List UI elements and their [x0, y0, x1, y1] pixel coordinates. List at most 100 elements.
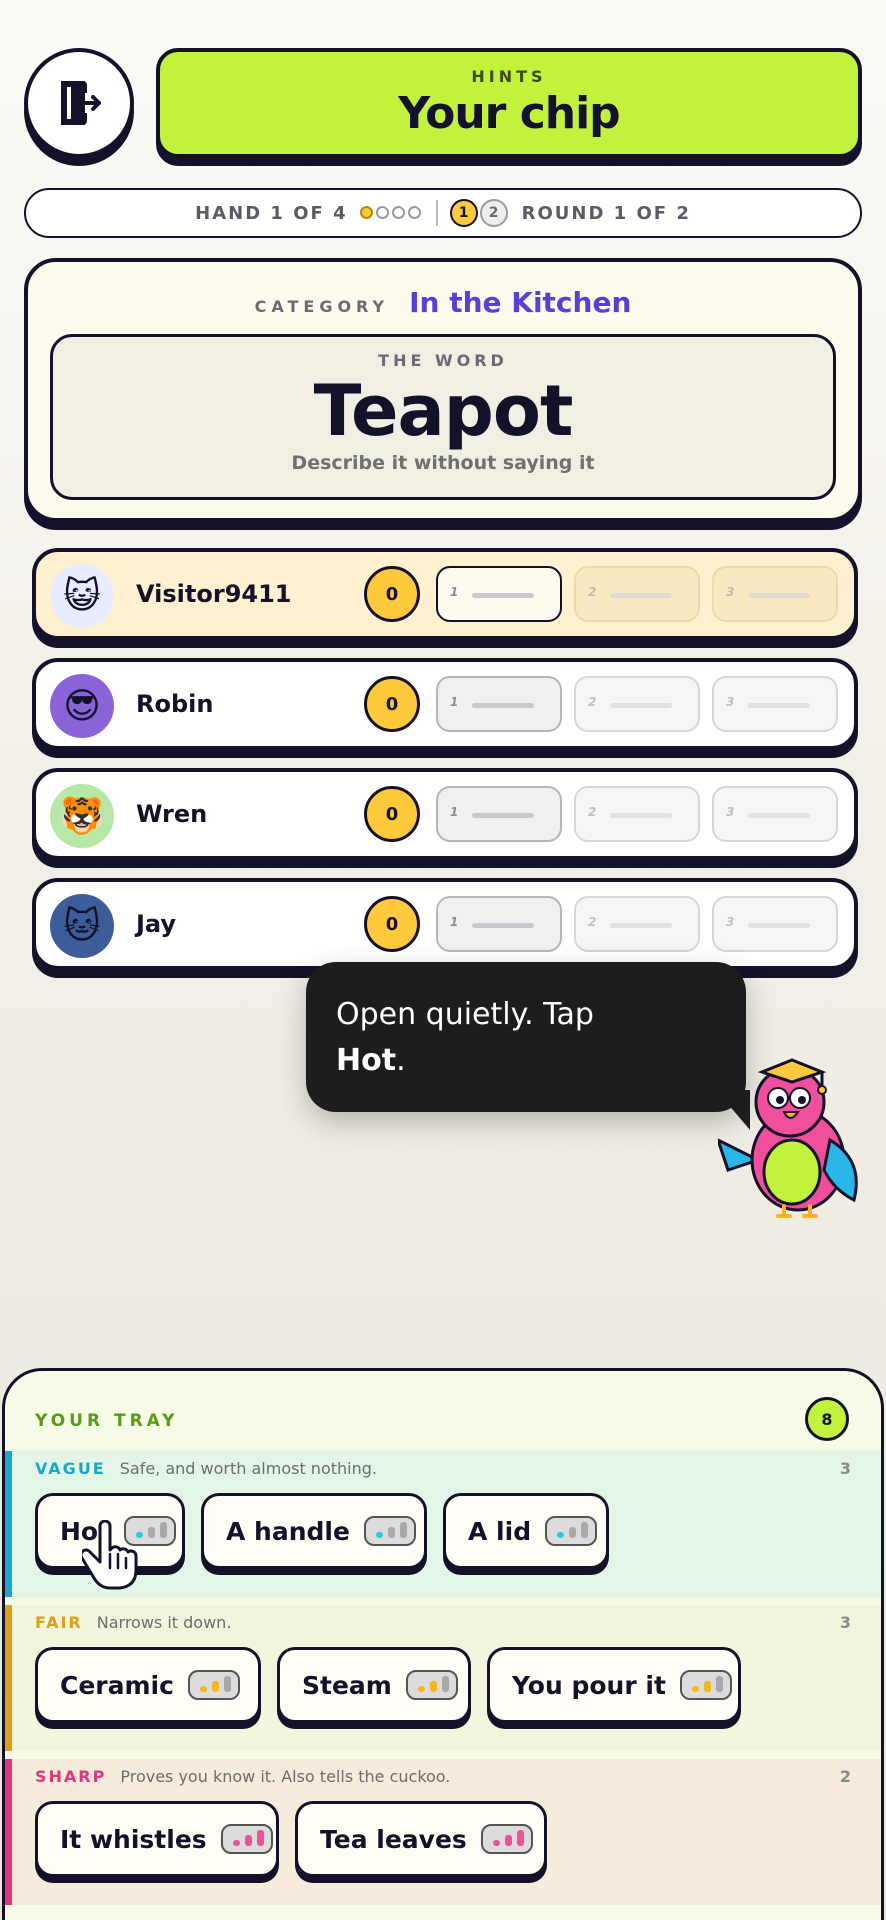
- slot-placeholder-bar: [748, 923, 810, 928]
- tiger-icon: 🐯: [50, 784, 114, 848]
- tier-header: SHARP Proves you know it. Also tells the…: [35, 1767, 450, 1786]
- slot-placeholder-bar: [610, 593, 672, 598]
- tier-header: VAGUE Safe, and worth almost nothing.: [35, 1459, 377, 1478]
- tier-count: 3: [839, 1613, 851, 1632]
- hint-slot: 3: [712, 676, 838, 732]
- word-box: THE WORD Teapot Describe it without sayi…: [50, 334, 836, 500]
- round-badge: 1: [449, 199, 478, 227]
- slot-number: 2: [588, 695, 597, 709]
- hints-title: Your chip: [398, 88, 620, 139]
- hand-dot: [407, 205, 421, 219]
- divider: [435, 200, 438, 226]
- hint-chip[interactable]: It whistles: [35, 1801, 279, 1877]
- orange-cat-icon: 🐱: [50, 894, 114, 958]
- hint-chip[interactable]: A handle: [201, 1493, 427, 1569]
- chip-label: It whistles: [60, 1824, 207, 1854]
- tier-name: FAIR: [35, 1613, 83, 1632]
- strength-bar: [244, 1835, 252, 1846]
- slot-number: 3: [726, 585, 735, 599]
- chip-label: A lid: [468, 1516, 532, 1546]
- hint-chip[interactable]: Steam: [277, 1647, 471, 1723]
- hint-chip[interactable]: Ceramic: [35, 1647, 261, 1723]
- strength-bar: [691, 1686, 699, 1692]
- strength-meter-icon: [363, 1516, 416, 1546]
- strength-bar: [211, 1681, 219, 1692]
- slot-number: 2: [588, 915, 597, 929]
- hint-chip[interactable]: A lid: [443, 1493, 609, 1569]
- strength-bar: [703, 1681, 711, 1692]
- slot-placeholder-bar: [472, 593, 534, 598]
- slot-number: 1: [450, 915, 459, 929]
- player-score: 0: [364, 566, 420, 622]
- tray-panel: YOUR TRAY 8 VAGUE Safe, and worth almost…: [2, 1368, 884, 1920]
- strength-meter-icon: [480, 1824, 533, 1854]
- tier-name: VAGUE: [35, 1459, 106, 1478]
- hand-dots: [359, 203, 424, 224]
- secret-word: Teapot: [313, 370, 574, 452]
- slot-number: 3: [726, 805, 735, 819]
- chip-label: A handle: [226, 1516, 350, 1546]
- hand-dot: [391, 205, 405, 219]
- slot-number: 1: [450, 805, 459, 819]
- hint-slot: 1: [436, 676, 562, 732]
- strength-bar: [232, 1840, 240, 1846]
- chip-label: You pour it: [512, 1670, 666, 1700]
- exit-button[interactable]: [24, 48, 134, 158]
- player-name: Wren: [136, 800, 208, 828]
- word-instruction: Describe it without saying it: [291, 452, 595, 474]
- coach-tooltip: Open quietly. Tap Hot.: [306, 962, 746, 1112]
- strength-meter-icon: [679, 1670, 732, 1700]
- exit-door-icon: [61, 81, 101, 125]
- strength-bar: [715, 1676, 723, 1692]
- category-label: CATEGORY: [254, 297, 390, 316]
- hand-dot: [375, 205, 389, 219]
- strength-meter-icon: [545, 1516, 598, 1546]
- strength-bar: [516, 1830, 524, 1846]
- player-score: 0: [364, 676, 420, 732]
- chip-label: Steam: [302, 1670, 392, 1700]
- hint-slot: 2: [574, 676, 700, 732]
- hint-slot: 1: [436, 566, 562, 622]
- hints-label: HINTS: [471, 67, 547, 86]
- hint-slot: 2: [574, 786, 700, 842]
- parrot-mascot-icon: [718, 1058, 858, 1218]
- hand-pointer-icon: [82, 1520, 138, 1590]
- strength-bar: [160, 1522, 168, 1538]
- slot-number: 1: [450, 695, 459, 709]
- tier-stripe: [5, 1451, 12, 1597]
- player-name: Visitor9411: [136, 580, 292, 608]
- strength-bar: [256, 1830, 264, 1846]
- player-score: 0: [364, 896, 420, 952]
- tier-stripe: [5, 1605, 12, 1751]
- strength-bar: [375, 1532, 383, 1538]
- strength-meter-icon: [187, 1670, 240, 1700]
- hint-slot: 1: [436, 896, 562, 952]
- category-card: CATEGORY In the Kitchen THE WORD Teapot …: [24, 258, 862, 522]
- chip-label: Tea leaves: [320, 1824, 467, 1854]
- tooltip-text: Open quietly. Tap: [336, 997, 594, 1032]
- hint-slot: 2: [574, 566, 700, 622]
- round-badge: 2: [479, 199, 508, 227]
- strength-bar: [148, 1527, 156, 1538]
- chip-label: Ceramic: [60, 1670, 174, 1700]
- strength-meter-icon: [405, 1670, 458, 1700]
- slot-number: 2: [588, 585, 597, 599]
- tier-count: 2: [839, 1767, 851, 1786]
- word-label: THE WORD: [378, 351, 508, 370]
- hint-chip[interactable]: Tea leaves: [295, 1801, 547, 1877]
- strength-bar: [387, 1527, 395, 1538]
- strength-bar: [429, 1681, 437, 1692]
- slot-number: 3: [726, 915, 735, 929]
- slot-placeholder-bar: [748, 703, 810, 708]
- tooltip-highlight: Hot: [336, 1043, 397, 1078]
- player-score: 0: [364, 786, 420, 842]
- hints-button[interactable]: HINTS Your chip: [156, 48, 862, 158]
- strength-bar: [199, 1686, 207, 1692]
- hand-dot: [359, 205, 373, 219]
- player-row: 🐱 Jay 0 1 2 3: [32, 878, 858, 970]
- strength-bar: [581, 1522, 589, 1538]
- player-name: Robin: [136, 690, 214, 718]
- tier-description: Safe, and worth almost nothing.: [119, 1459, 377, 1478]
- hint-chip[interactable]: You pour it: [487, 1647, 741, 1723]
- slot-placeholder-bar: [472, 923, 534, 928]
